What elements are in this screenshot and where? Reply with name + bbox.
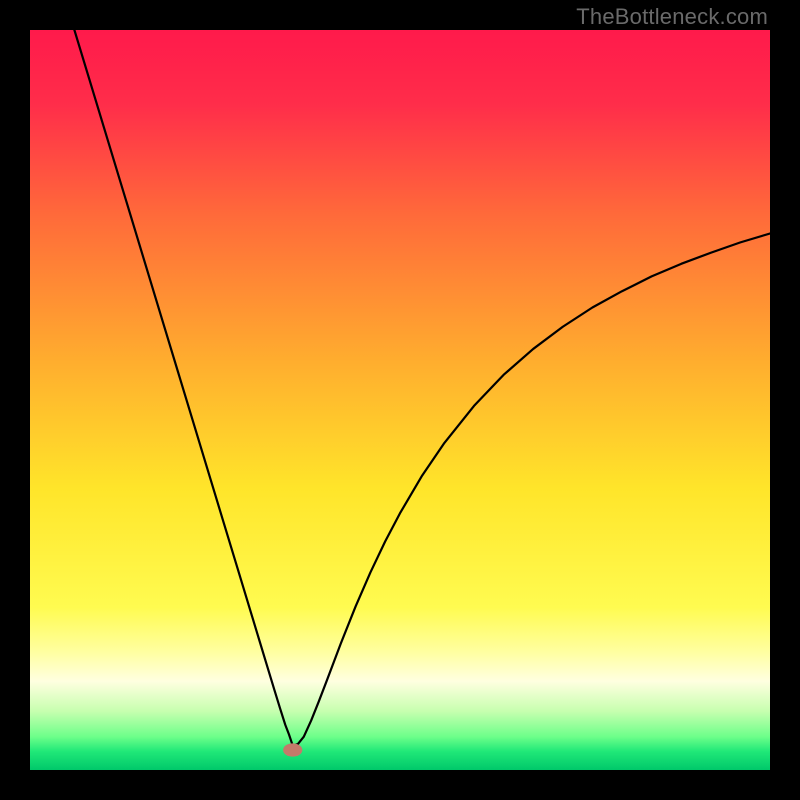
outer-frame: TheBottleneck.com xyxy=(0,0,800,800)
minimum-marker xyxy=(283,743,302,756)
gradient-background xyxy=(30,30,770,770)
chart-plot-area xyxy=(30,30,770,770)
chart-svg xyxy=(30,30,770,770)
watermark-text: TheBottleneck.com xyxy=(576,4,768,30)
